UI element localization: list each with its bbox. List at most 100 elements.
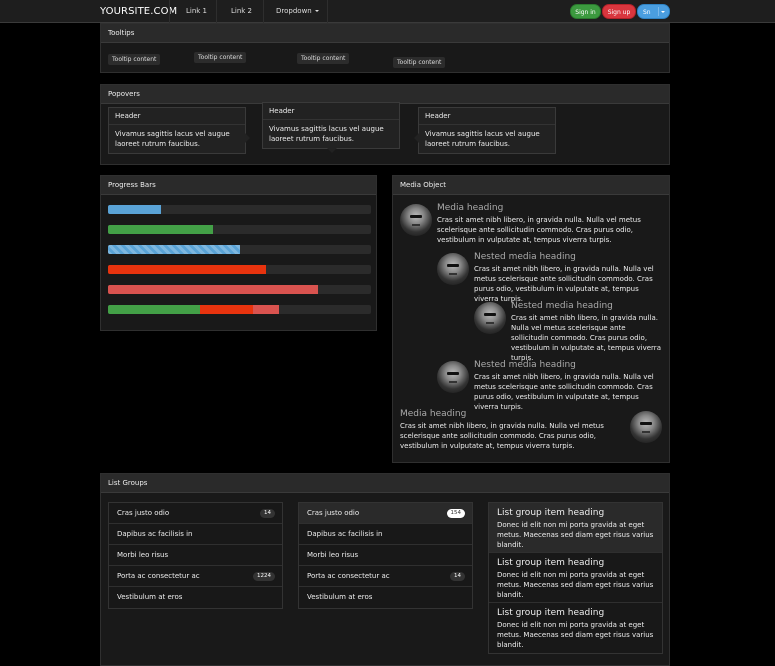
media-panel: Media Object Media heading Cras sit amet… <box>392 175 670 463</box>
nav-divider <box>216 0 217 23</box>
count-badge: 1224 <box>253 572 275 581</box>
avatar <box>630 411 662 443</box>
nested-media-body: Cras sit amet nibh libero, in gravida nu… <box>511 314 661 362</box>
media-body: Cras sit amet nibh libero, in gravida nu… <box>437 216 641 244</box>
list-item-label: Porta ac consectetur ac <box>307 572 390 580</box>
nested-media-heading: Nested media heading <box>511 301 613 311</box>
list-item-text: Donec id elit non mi porta gravida at eg… <box>497 571 654 599</box>
popover-header: Header <box>263 103 399 120</box>
list-item-label: Dapibus ac facilisis in <box>307 530 383 538</box>
nav-divider <box>327 0 328 23</box>
navbar: YOURSITE.COM Link 1 Link 2 Dropdown Sign… <box>0 0 775 23</box>
count-badge: 14 <box>450 572 465 581</box>
popover-body: Vivamus sagittis lacus vel augue laoreet… <box>269 125 384 143</box>
list-group-basic: Cras justo odio 14 Dapibus ac facilisis i… <box>108 502 283 609</box>
progress-fill <box>108 245 240 254</box>
popover-header: Header <box>419 108 555 125</box>
progress-bar <box>108 305 371 314</box>
list-item-heading: List group item heading <box>497 558 605 568</box>
chevron-down-icon[interactable] <box>661 11 665 13</box>
list-item-active[interactable]: Cras justo odio 154 <box>299 503 472 524</box>
popover-body: Vivamus sagittis lacus vel augue laoreet… <box>425 130 540 148</box>
nav-dropdown-label: Dropdown <box>276 7 312 15</box>
list-group-link[interactable]: List group item heading Donec id elit no… <box>489 603 662 653</box>
avatar <box>474 302 506 334</box>
progress-fill <box>252 305 279 314</box>
split-divider <box>658 7 659 16</box>
media-body: Cras sit amet nibh libero, in gravida nu… <box>400 422 604 450</box>
nested-media-heading: Nested media heading <box>474 252 576 262</box>
list-item-label: Dapibus ac facilisis in <box>117 530 193 538</box>
avatar-mouth <box>412 224 420 226</box>
nav-link-1[interactable]: Link 1 <box>186 7 207 15</box>
nav-divider <box>169 0 170 23</box>
popover-arrow <box>414 133 419 143</box>
panel-title: Tooltips <box>101 24 669 43</box>
avatar <box>437 361 469 393</box>
brand-logo[interactable]: YOURSITE.COM <box>100 6 177 17</box>
list-item-label: Vestibulum at eros <box>307 593 373 601</box>
chevron-down-icon <box>314 10 319 12</box>
list-item[interactable]: Morbi leo risus <box>109 545 282 566</box>
progress-bar <box>108 225 371 234</box>
list-item[interactable]: Vestibulum at eros <box>109 587 282 608</box>
progress-fill <box>108 225 214 234</box>
list-item[interactable]: Vestibulum at eros <box>299 587 472 608</box>
nav-link-2[interactable]: Link 2 <box>231 7 252 15</box>
list-group-custom: List group item heading Donec id elit no… <box>488 502 663 654</box>
tooltip: Tooltip content <box>393 57 446 68</box>
count-badge: 14 <box>260 509 275 518</box>
tooltip: Tooltip content <box>194 52 247 63</box>
popover-header: Header <box>109 108 245 125</box>
list-item-label: Vestibulum at eros <box>117 593 183 601</box>
nav-divider <box>263 0 264 23</box>
progress-bar <box>108 285 371 294</box>
list-item[interactable]: Porta ac consectetur ac 14 <box>299 566 472 587</box>
list-item[interactable]: Morbi leo risus <box>299 545 472 566</box>
sign-in-button[interactable]: Sign in <box>570 4 601 19</box>
popover-right: Header Vivamus sagittis lacus vel augue … <box>414 107 556 154</box>
progress-fill <box>200 305 253 314</box>
list-group-link-active[interactable]: List group item heading Donec id elit no… <box>489 503 662 553</box>
progress-fill <box>108 265 266 274</box>
list-item-label: Cras justo odio <box>117 509 170 517</box>
list-item-label: Porta ac consectetur ac <box>117 572 200 580</box>
split-button-label: Sn <box>643 9 651 16</box>
avatar <box>400 204 432 236</box>
list-item-text: Donec id elit non mi porta gravida at eg… <box>497 621 654 649</box>
list-item[interactable]: Dapibus ac facilisis in <box>109 524 282 545</box>
progress-bar <box>108 205 371 214</box>
popover-arrow <box>245 133 250 143</box>
list-group-links: Cras justo odio 154 Dapibus ac facilisis … <box>298 502 473 609</box>
list-groups-panel: List Groups Cras justo odio 14 Dapibus ac… <box>100 473 670 666</box>
list-group-link[interactable]: List group item heading Donec id elit no… <box>489 553 662 603</box>
progress-bar <box>108 265 371 274</box>
popover-arrow <box>327 148 337 153</box>
avatar-mouth <box>642 431 650 433</box>
media-heading: Media heading <box>400 409 467 419</box>
list-item[interactable]: Cras justo odio 14 <box>109 503 282 524</box>
count-badge: 154 <box>446 509 465 518</box>
tooltips-panel: Tooltips Tooltip content Tooltip content… <box>100 23 670 73</box>
popover-top: Header Vivamus sagittis lacus vel augue … <box>262 102 400 153</box>
split-dropdown-button[interactable]: Sn <box>637 4 670 19</box>
avatar-eyes <box>640 422 652 425</box>
nested-media-body: Cras sit amet nibh libero, in gravida nu… <box>474 373 654 411</box>
nav-dropdown[interactable]: Dropdown <box>276 7 319 15</box>
list-item[interactable]: Porta ac consectetur ac 1224 <box>109 566 282 587</box>
sign-up-button[interactable]: Sign up <box>602 4 636 19</box>
list-item-label: Morbi leo risus <box>117 551 169 559</box>
popovers-panel: Popovers Header Vivamus sagittis lacus v… <box>100 84 670 165</box>
list-item-text: Donec id elit non mi porta gravida at eg… <box>497 521 654 549</box>
panel-title: Progress Bars <box>101 176 376 195</box>
avatar-eyes <box>410 215 422 218</box>
progress-panel: Progress Bars <box>100 175 377 331</box>
panel-title: Media Object <box>393 176 669 195</box>
tooltip: Tooltip content <box>108 54 161 65</box>
list-item-label: Morbi leo risus <box>307 551 359 559</box>
progress-fill <box>108 285 319 294</box>
progress-fill <box>108 205 161 214</box>
avatar-eyes <box>484 313 496 316</box>
progress-bar <box>108 245 371 254</box>
list-item[interactable]: Dapibus ac facilisis in <box>299 524 472 545</box>
